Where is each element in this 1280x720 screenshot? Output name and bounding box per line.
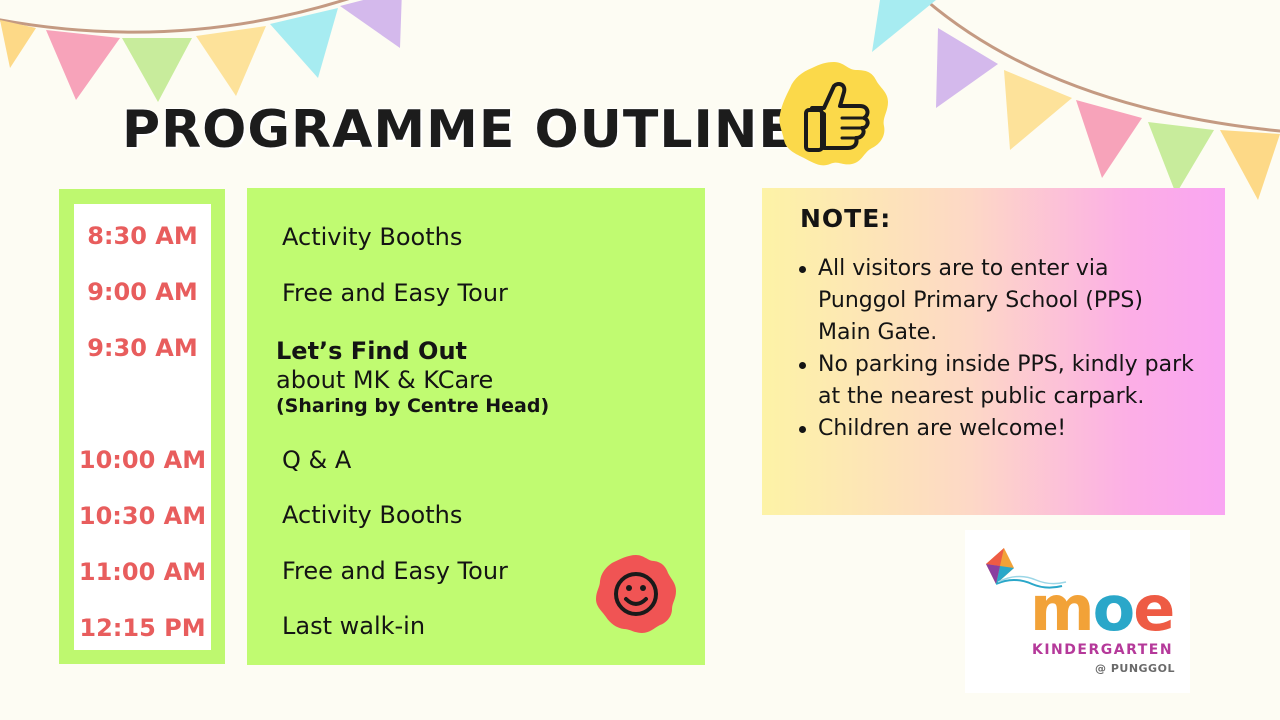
activity-item: Last walk-in <box>282 612 426 640</box>
note-item: All visitors are to enter via Punggol Pr… <box>795 253 1195 349</box>
activity-item: Q & A <box>282 446 352 474</box>
thumbs-up-icon <box>779 62 888 166</box>
time-slot: 9:30 AM <box>87 334 198 362</box>
activity-item: Free and Easy Tour <box>282 279 508 307</box>
logo-letter: e <box>1133 572 1175 645</box>
note-item: No parking inside PPS, kindly park at th… <box>795 349 1195 413</box>
logo-letter: o <box>1092 572 1136 645</box>
time-slot: 12:15 PM <box>79 614 206 642</box>
logo-wordmark: moe <box>1030 572 1175 645</box>
activity-item: Let’s Find Out <box>276 337 468 365</box>
smiley-icon <box>596 555 676 633</box>
activity-item-note: (Sharing by Centre Head) <box>276 395 550 417</box>
activity-item: Activity Booths <box>282 501 463 529</box>
time-slot: 9:00 AM <box>87 278 198 306</box>
logo-letter: m <box>1030 572 1095 645</box>
note-title: NOTE: <box>800 204 892 233</box>
activity-item: Activity Booths <box>282 223 463 251</box>
logo-location: @ PUNGGOL <box>1095 662 1175 675</box>
activity-item: Free and Easy Tour <box>282 557 508 585</box>
note-item: Children are welcome! <box>795 413 1195 445</box>
page-title: PROGRAMME OUTLINE <box>122 100 795 160</box>
note-list: All visitors are to enter via Punggol Pr… <box>795 253 1195 445</box>
time-slot: 11:00 AM <box>78 558 207 586</box>
activity-item-detail: about MK & KCare <box>276 366 494 394</box>
time-slot: 10:30 AM <box>78 502 207 530</box>
time-slot: 8:30 AM <box>87 222 198 250</box>
time-slot: 10:00 AM <box>78 446 207 474</box>
logo-kindergarten: KINDERGARTEN <box>1032 642 1174 658</box>
